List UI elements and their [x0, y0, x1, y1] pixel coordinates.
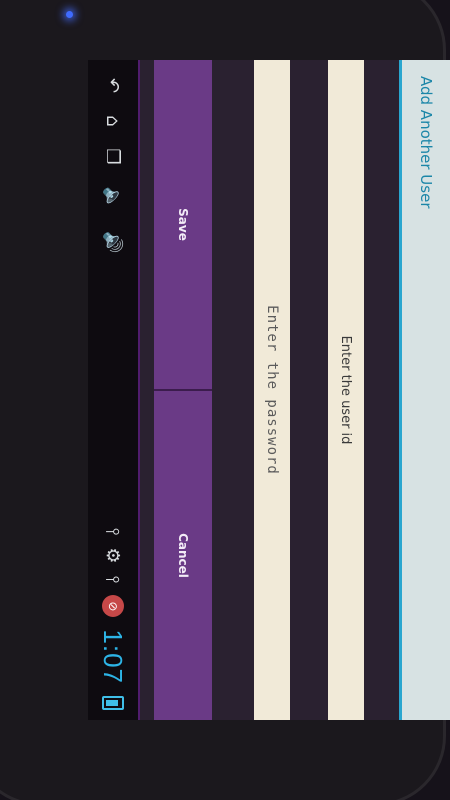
user-id-input[interactable]: [328, 60, 364, 720]
back-icon[interactable]: ↶: [103, 78, 124, 93]
status-area: ⫯ ⚙ ⫯ ⊘ 1:07: [98, 528, 129, 720]
android-icon: ⚙: [102, 547, 124, 564]
password-input[interactable]: [254, 60, 290, 720]
no-sim-icon: ⊘: [102, 595, 124, 618]
home-icon[interactable]: ⌂: [103, 115, 124, 126]
camera-led: [66, 11, 73, 18]
dialog-title: Add Another User: [402, 60, 450, 720]
system-bar: ↶ ⌂ ❐ 🔈 🔊 ⫯ ⚙ ⫯ ⊘ 1:07: [88, 60, 138, 720]
screen-window: Add Another User Save Cancel ↶ ⌂ ❐ 🔈 🔊: [88, 60, 450, 720]
add-user-dialog: Add Another User Save Cancel: [140, 60, 450, 720]
usb-icon: ⫯: [102, 575, 124, 584]
photo-stage: Add Another User Save Cancel ↶ ⌂ ❐ 🔈 🔊: [0, 0, 450, 800]
usb-icon: ⫯: [102, 527, 124, 536]
volume-up-icon[interactable]: 🔊: [103, 231, 124, 253]
navigation-buttons: ↶ ⌂ ❐ 🔈 🔊: [103, 60, 124, 254]
clock: 1:07: [98, 629, 129, 684]
title-divider: [399, 60, 402, 720]
device-screen: Add Another User Save Cancel ↶ ⌂ ❐ 🔈 🔊: [88, 60, 450, 720]
cancel-button[interactable]: Cancel: [154, 391, 212, 720]
volume-down-icon[interactable]: 🔈: [103, 187, 124, 209]
battery-icon: [102, 696, 124, 710]
save-button[interactable]: Save: [154, 60, 212, 391]
recent-apps-icon[interactable]: ❐: [103, 149, 124, 165]
dialog-button-row: Save Cancel: [154, 60, 212, 720]
